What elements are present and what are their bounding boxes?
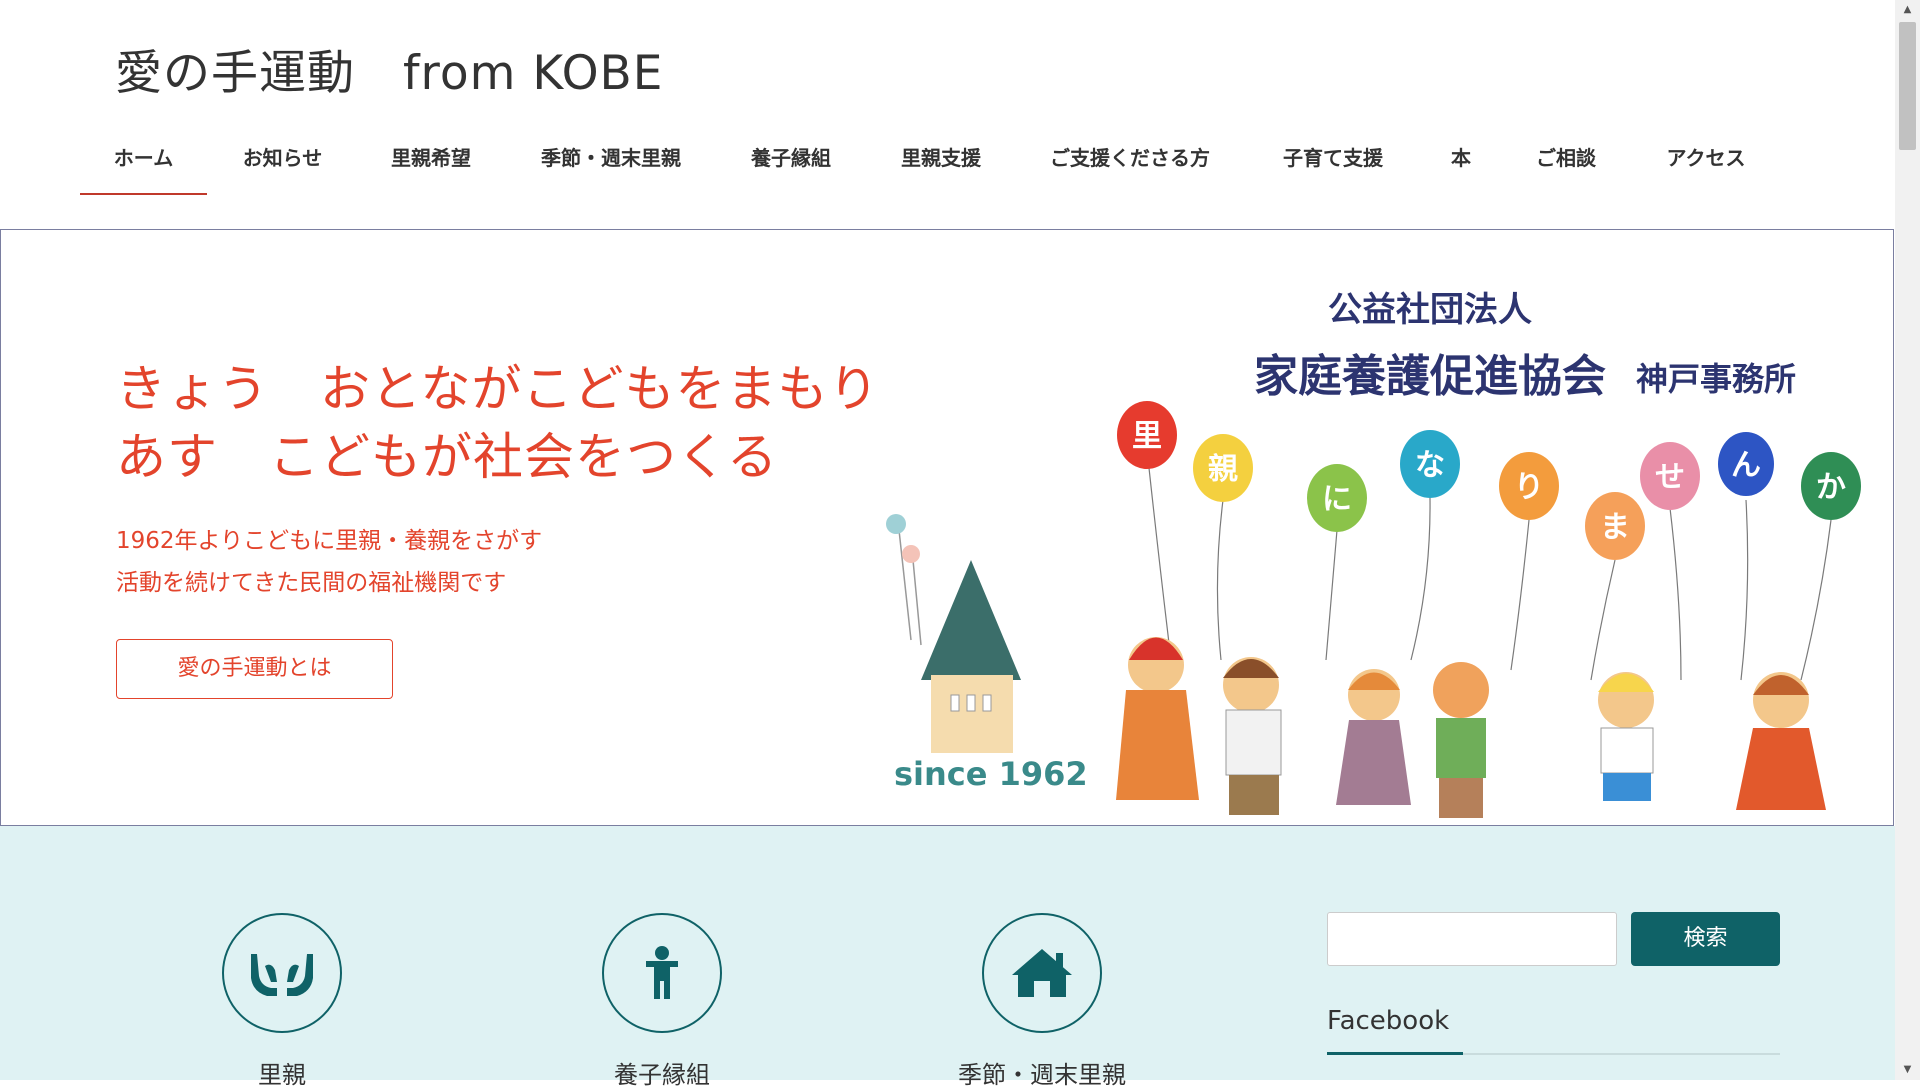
main-nav: ホーム お知らせ 里親希望 季節・週末里親 養子縁組 里親支援 ご支援くださる方… xyxy=(0,120,1895,196)
feature-foster-circle[interactable] xyxy=(222,913,342,1033)
scrollbar-thumb[interactable] xyxy=(1899,22,1916,150)
hero-tagline: きょう おとながこどもをまもり あす こどもが社会をつくる xyxy=(116,355,880,491)
subtext-line-2: 活動を続けてきた民間の福祉機関です xyxy=(116,570,507,596)
balloon-char-7: せ xyxy=(1655,460,1685,495)
about-button[interactable]: 愛の手運動とは xyxy=(116,639,393,699)
nav-item-seasonal-foster[interactable]: 季節・週末里親 xyxy=(522,120,700,196)
search-button[interactable]: 検索 xyxy=(1631,912,1780,966)
balloon-char-5: り xyxy=(1514,470,1544,505)
scroll-down-arrow-icon[interactable]: ▼ xyxy=(1895,1060,1920,1080)
balloon-9: か xyxy=(1801,452,1861,520)
nav-item-consult[interactable]: ご相談 xyxy=(1516,120,1616,196)
nav-item-foster-wish[interactable]: 里親希望 xyxy=(370,120,492,196)
hero-subtext: 1962年よりこどもに里親・養親をさがす 活動を続けてきた民間の福祉機関です xyxy=(116,520,542,604)
balloon-kids-graphic: 里 親 に な り ま せ ん か xyxy=(1116,401,1861,818)
balloon-char-9: か xyxy=(1816,470,1846,505)
balloon-char-3: に xyxy=(1322,482,1352,517)
house-icon xyxy=(886,514,1021,753)
balloon-char-8: ん xyxy=(1731,448,1761,483)
feature-seasonal-label[interactable]: 季節・週末里親 xyxy=(922,1055,1162,1090)
facebook-widget-title: Facebook xyxy=(1327,1006,1450,1036)
search-input[interactable] xyxy=(1327,912,1617,966)
hands-icon xyxy=(251,954,313,996)
site-title[interactable]: 愛の手運動 from KOBE xyxy=(115,34,664,103)
nav-item-adoption[interactable]: 養子縁組 xyxy=(730,120,852,196)
home-icon xyxy=(1012,949,1072,997)
feature-adoption-label[interactable]: 養子縁組 xyxy=(542,1055,782,1090)
tagline-line-2: あす こどもが社会をつくる xyxy=(116,428,778,486)
site-header: 愛の手運動 from KOBE ホーム お知らせ 里親希望 季節・週末里親 養子… xyxy=(0,0,1895,230)
nav-item-supporters[interactable]: ご支援くださる方 xyxy=(1032,120,1228,196)
children-figures xyxy=(1116,637,1826,818)
feature-foster[interactable]: 里親 xyxy=(162,913,402,1090)
balloon-char-6: ま xyxy=(1600,510,1630,545)
balloon-char-2: 親 xyxy=(1208,452,1238,487)
feature-seasonal[interactable]: 季節・週末里親 xyxy=(922,913,1162,1090)
balloon-2: 親 xyxy=(1193,434,1253,502)
nav-item-home[interactable]: ホーム xyxy=(80,120,207,196)
features-section: 里親 養子縁組 季節・週末里親 検索 Facebook xyxy=(0,826,1895,1089)
balloon-char-1: 里 xyxy=(1132,419,1162,454)
balloon-5: り xyxy=(1499,452,1559,520)
nav-item-news[interactable]: お知らせ xyxy=(225,120,340,196)
person-icon xyxy=(646,946,678,999)
scroll-up-arrow-icon[interactable]: ▲ xyxy=(1895,0,1920,20)
nav-item-access[interactable]: アクセス xyxy=(1646,120,1766,196)
nav-item-foster-support[interactable]: 里親支援 xyxy=(880,120,1002,196)
balloon-7: せ xyxy=(1640,442,1700,510)
vertical-scrollbar[interactable]: ▲ ▼ xyxy=(1895,0,1920,1080)
balloon-3: に xyxy=(1307,464,1367,532)
nav-item-childcare[interactable]: 子育て支援 xyxy=(1260,120,1406,196)
subtext-line-1: 1962年よりこどもに里親・養親をさがす xyxy=(116,528,543,554)
feature-adoption-circle[interactable] xyxy=(602,913,722,1033)
balloon-8: ん xyxy=(1718,432,1774,496)
balloon-char-4: な xyxy=(1415,448,1445,483)
balloon-1: 里 xyxy=(1117,401,1177,469)
balloon-6: ま xyxy=(1585,492,1645,560)
feature-foster-label[interactable]: 里親 xyxy=(162,1055,402,1090)
since-label: since 1962 xyxy=(894,755,1088,793)
feature-adoption[interactable]: 養子縁組 xyxy=(542,913,782,1090)
widget-divider-accent xyxy=(1327,1052,1463,1055)
org-type-label: 公益社団法人 xyxy=(1328,290,1532,330)
feature-seasonal-circle[interactable] xyxy=(982,913,1102,1033)
balloon-4: な xyxy=(1400,430,1460,498)
nav-item-book[interactable]: 本 xyxy=(1436,120,1486,196)
tagline-line-1: きょう おとながこどもをまもり xyxy=(116,360,880,418)
hero-banner: きょう おとながこどもをまもり あす こどもが社会をつくる 1962年よりこどもに… xyxy=(0,229,1894,826)
